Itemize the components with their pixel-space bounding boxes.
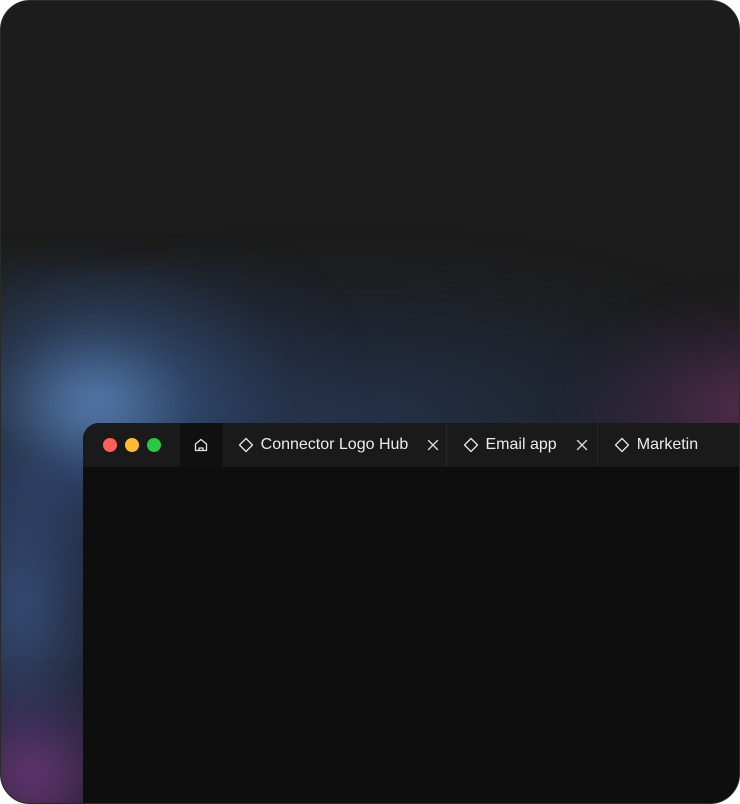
diamond-icon	[463, 437, 478, 453]
tab-home[interactable]	[180, 423, 222, 467]
diamond-icon	[614, 437, 629, 453]
tab-label: Marketin	[636, 436, 699, 453]
minimize-window-button[interactable]	[125, 438, 139, 452]
close-icon	[576, 439, 587, 451]
close-icon	[428, 439, 439, 451]
diamond-icon	[238, 437, 253, 453]
home-icon	[194, 438, 208, 452]
tab-bar: Connector Logo Hub Email app Marketin	[83, 423, 739, 467]
tab-connector-logo-hub[interactable]: Connector Logo Hub	[222, 423, 447, 467]
close-tab-button[interactable]	[426, 438, 440, 452]
maximize-window-button[interactable]	[147, 438, 161, 452]
tab-label: Connector Logo Hub	[260, 436, 409, 453]
tab-email-app[interactable]: Email app	[447, 423, 598, 467]
close-tab-button[interactable]	[575, 438, 589, 452]
window-content	[83, 467, 739, 803]
window-controls	[83, 423, 180, 467]
desktop-backdrop: Connector Logo Hub Email app Marketin	[0, 0, 740, 804]
app-window: Connector Logo Hub Email app Marketin	[83, 423, 739, 803]
tab-label: Email app	[485, 436, 557, 453]
close-window-button[interactable]	[103, 438, 117, 452]
tab-marketing[interactable]: Marketin	[598, 423, 739, 467]
